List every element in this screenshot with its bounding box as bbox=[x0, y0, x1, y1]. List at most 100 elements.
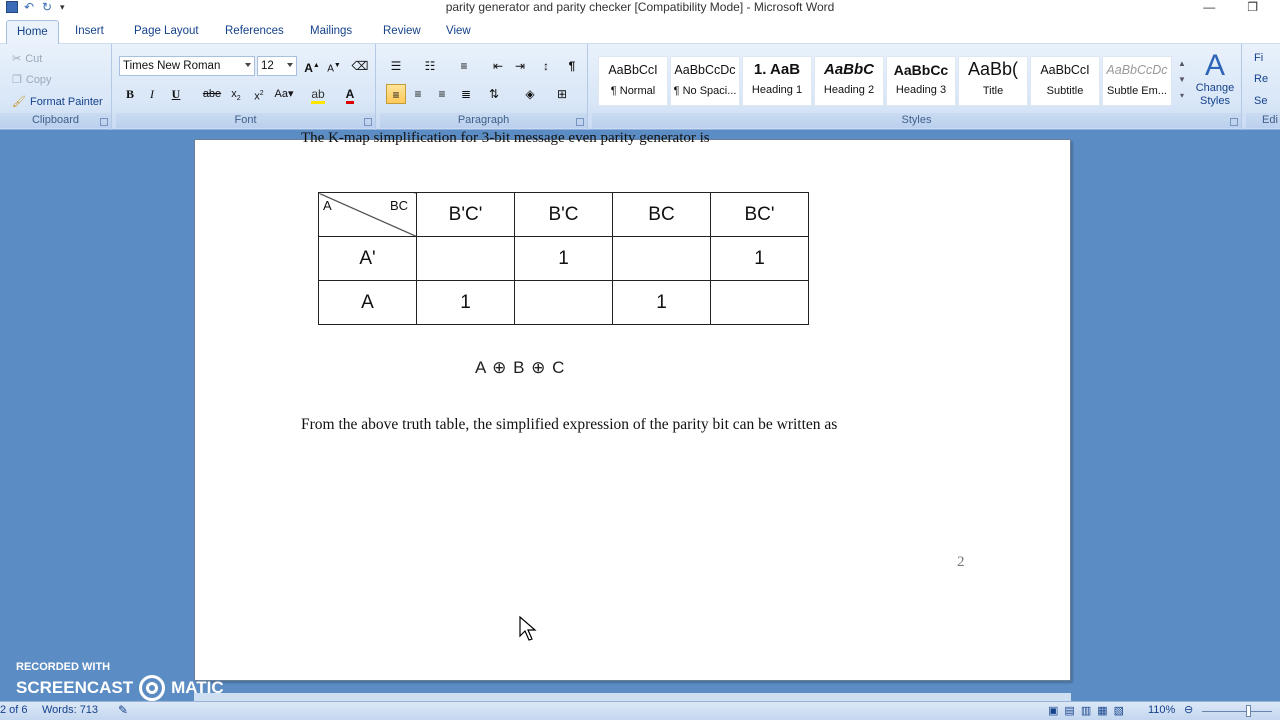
undo-icon[interactable]: ↶ bbox=[24, 1, 36, 13]
style-heading-2[interactable]: AaBbC Heading 2 bbox=[814, 56, 884, 106]
italic-button[interactable]: I bbox=[142, 84, 162, 104]
align-left-icon[interactable]: ≡ bbox=[386, 84, 406, 104]
replace-button[interactable]: Re bbox=[1254, 73, 1268, 85]
outline-icon[interactable]: ▦ bbox=[1097, 704, 1107, 717]
save-icon[interactable] bbox=[6, 1, 18, 13]
minimize-icon[interactable]: — bbox=[1203, 0, 1215, 14]
bullets-icon[interactable]: ☰ bbox=[386, 56, 406, 76]
copy-button[interactable]: ❐ Copy bbox=[12, 73, 52, 87]
zoom-level[interactable]: 110% bbox=[1148, 704, 1175, 716]
strikethrough-button[interactable]: abe bbox=[202, 84, 222, 104]
font-color-icon[interactable]: A bbox=[340, 84, 360, 104]
style-normal[interactable]: AaBbCcI ¶ Normal bbox=[598, 56, 668, 106]
copy-label: Copy bbox=[25, 73, 52, 86]
document-page[interactable]: The K-map simplification for 3-bit messa… bbox=[194, 130, 1071, 681]
style-preview: AaBbCcI bbox=[1040, 63, 1090, 77]
zoom-slider[interactable] bbox=[1202, 711, 1272, 712]
line-spacing-icon[interactable]: ⇅ bbox=[484, 84, 504, 104]
style-heading-3[interactable]: AaBbCc Heading 3 bbox=[886, 56, 956, 106]
zoom-out-icon[interactable]: ⊖ bbox=[1184, 703, 1193, 716]
style-no-spacing[interactable]: AaBbCcDc ¶ No Spaci... bbox=[670, 56, 740, 106]
shrink-font-button[interactable]: A▼ bbox=[324, 56, 344, 76]
clear-formatting-icon[interactable]: ⌫ bbox=[350, 56, 370, 76]
numbering-icon[interactable]: ☷ bbox=[420, 56, 440, 76]
style-preview: AaBbCcI bbox=[608, 63, 658, 77]
kmap-table: A BC B'C' B'C BC BC' A' 1 1 A 1 1 bbox=[318, 192, 809, 325]
chevron-down-icon bbox=[245, 63, 251, 67]
font-name-combo[interactable]: Times New Roman bbox=[119, 56, 255, 76]
style-subtitle[interactable]: AaBbCcI Subtitle bbox=[1030, 56, 1100, 106]
editing-group: Fi Re Se Edi bbox=[1246, 44, 1280, 130]
font-name-value: Times New Roman bbox=[123, 60, 221, 72]
kmap-corner-col-label: BC bbox=[389, 198, 408, 213]
bold-button[interactable]: B bbox=[120, 84, 140, 104]
decrease-indent-icon[interactable]: ⇤ bbox=[488, 56, 508, 76]
align-right-icon[interactable]: ≡ bbox=[432, 84, 452, 104]
paragraph-launcher-icon[interactable] bbox=[576, 118, 584, 126]
font-group-label: Font bbox=[116, 113, 375, 128]
cut-off-line: The K-map simplification for 3-bit messa… bbox=[301, 130, 710, 146]
cut-label: Cut bbox=[25, 52, 43, 65]
shading-icon[interactable]: ◈ bbox=[520, 84, 540, 104]
style-subtle-emphasis[interactable]: AaBbCcDc Subtle Em... bbox=[1102, 56, 1172, 106]
change-styles-button[interactable]: A Change Styles bbox=[1190, 50, 1240, 108]
font-launcher-icon[interactable] bbox=[364, 118, 372, 126]
clipboard-group: ✂ Cut ❐ Copy 🖌 Format Painter Clipboard bbox=[0, 44, 112, 130]
justify-icon[interactable]: ≣ bbox=[456, 84, 476, 104]
kmap-cell bbox=[514, 280, 613, 325]
tab-page-layout[interactable]: Page Layout bbox=[124, 20, 209, 44]
screencast-watermark: RECORDED WITH SCREENCAST MATIC bbox=[16, 661, 224, 701]
highlight-icon[interactable]: ab bbox=[308, 84, 328, 104]
kmap-corner-cell: A BC bbox=[318, 192, 417, 237]
underline-button[interactable]: U bbox=[166, 84, 186, 104]
draft-icon[interactable]: ▧ bbox=[1114, 704, 1124, 717]
styles-launcher-icon[interactable] bbox=[1230, 118, 1238, 126]
styles-scroll[interactable]: ▲ ▼ ▾ bbox=[1176, 56, 1188, 106]
zoom-slider-thumb[interactable] bbox=[1246, 705, 1251, 717]
word-count[interactable]: Words: 713 bbox=[42, 704, 98, 716]
tab-review[interactable]: Review bbox=[373, 20, 431, 44]
style-preview: AaBbCcDc bbox=[1106, 63, 1168, 77]
show-formatting-icon[interactable]: ¶ bbox=[562, 56, 582, 76]
full-screen-reading-icon[interactable]: ▤ bbox=[1064, 704, 1074, 717]
kmap-corner-row-label: A bbox=[323, 198, 332, 213]
superscript-button[interactable]: x2 bbox=[249, 84, 269, 104]
cut-button[interactable]: ✂ Cut bbox=[12, 52, 43, 66]
kmap-col-header: B'C' bbox=[416, 192, 515, 237]
style-preview: AaBbC bbox=[823, 61, 874, 78]
sort-icon[interactable]: ↕ bbox=[536, 56, 556, 76]
style-preview: AaBb( bbox=[967, 59, 1019, 79]
tab-insert[interactable]: Insert bbox=[65, 20, 114, 44]
subscript-button[interactable]: x2 bbox=[226, 84, 246, 104]
restore-icon[interactable]: ❐ bbox=[1247, 0, 1258, 14]
print-layout-icon[interactable]: ▣ bbox=[1048, 704, 1058, 717]
proofing-icon[interactable]: ✎ bbox=[118, 703, 128, 717]
tab-view[interactable]: View bbox=[436, 20, 481, 44]
borders-icon[interactable]: ⊞ bbox=[552, 84, 572, 104]
change-case-button[interactable]: Aa▾ bbox=[274, 84, 294, 104]
style-name: ¶ No Spaci... bbox=[673, 85, 737, 97]
clipboard-launcher-icon[interactable] bbox=[100, 118, 108, 126]
ribbon-tabs: Home Insert Page Layout References Maili… bbox=[0, 16, 1280, 44]
style-title[interactable]: AaBb(Title bbox=[958, 56, 1028, 106]
align-center-icon[interactable]: ≡ bbox=[408, 84, 428, 104]
style-name: Subtitle bbox=[1046, 85, 1084, 97]
increase-indent-icon[interactable]: ⇥ bbox=[510, 56, 530, 76]
web-layout-icon[interactable]: ▥ bbox=[1081, 704, 1091, 717]
tab-mailings[interactable]: Mailings bbox=[300, 20, 362, 44]
format-painter-button[interactable]: 🖌 Format Painter bbox=[12, 95, 103, 109]
grow-font-button[interactable]: A▲ bbox=[302, 56, 322, 76]
style-heading-1[interactable]: 1. AaB Heading 1 bbox=[742, 56, 812, 106]
find-button[interactable]: Fi bbox=[1254, 52, 1263, 64]
tab-references[interactable]: References bbox=[215, 20, 294, 44]
customize-qat-icon[interactable]: ▾ bbox=[60, 1, 72, 13]
styles-group-label: Styles bbox=[592, 113, 1241, 128]
font-size-combo[interactable]: 12 bbox=[257, 56, 297, 76]
redo-icon[interactable]: ↻ bbox=[42, 1, 54, 13]
select-button[interactable]: Se bbox=[1254, 95, 1267, 107]
multilevel-list-icon[interactable]: ≡ bbox=[454, 56, 474, 76]
page-count[interactable]: 2 of 6 bbox=[0, 704, 28, 716]
tab-home[interactable]: Home bbox=[6, 20, 59, 44]
style-name: Heading 2 bbox=[823, 84, 875, 96]
style-preview: 1. AaB bbox=[753, 61, 801, 78]
